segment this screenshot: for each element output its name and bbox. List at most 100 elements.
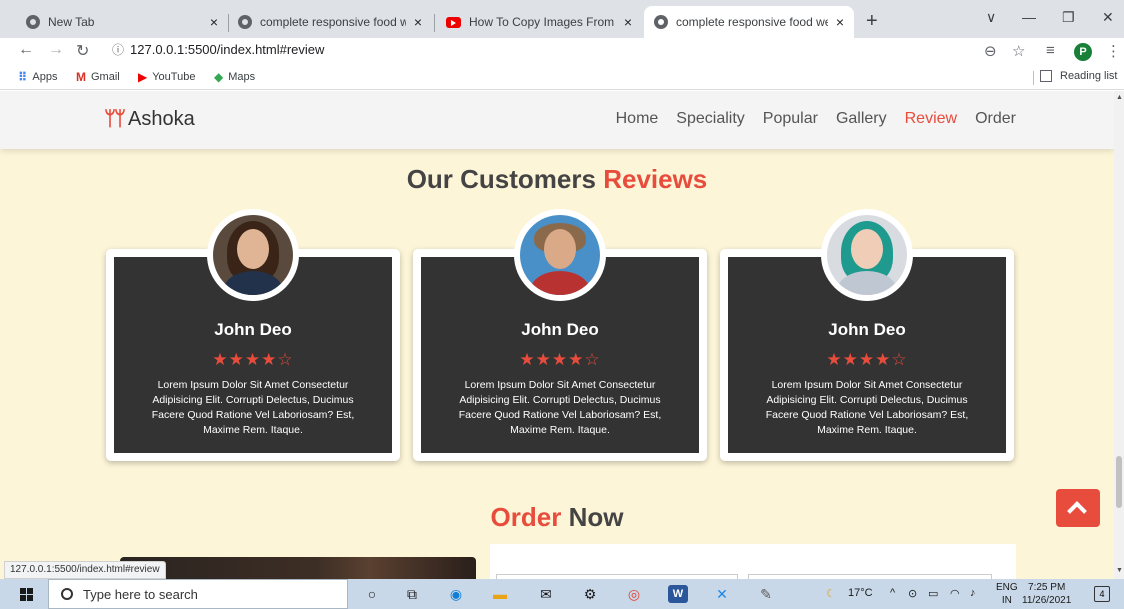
forward-arrow-icon[interactable]: →	[48, 41, 64, 59]
tab-search-button[interactable]: ∨	[986, 9, 996, 26]
order-heading-suffix: Now	[568, 502, 624, 532]
profile-avatar[interactable]: P	[1074, 43, 1092, 61]
order-image	[120, 557, 476, 579]
more-menu-icon[interactable]: ⋮	[1106, 42, 1121, 60]
review-card: John Deo ★★★★☆ Lorem Ipsum Dolor Sit Ame…	[720, 209, 1014, 461]
chrome-icon[interactable]: ◎	[624, 585, 644, 603]
page-scrollbar[interactable]: ▲ ▼	[1114, 91, 1124, 579]
reviewer-avatar	[514, 209, 606, 301]
bookmark-maps[interactable]: ◆ Maps	[214, 70, 255, 84]
bookmark-apps[interactable]: ⠿ Apps	[18, 70, 57, 84]
windows-start-icon[interactable]	[20, 588, 33, 601]
tab-divider	[434, 14, 435, 32]
settings-gear-icon[interactable]: ⚙	[580, 585, 600, 603]
weather-temperature[interactable]: 17°C	[848, 587, 873, 599]
new-tab-button[interactable]: +	[866, 10, 878, 33]
bookmarks-bar: ⠿ Apps M Gmail ▶ YouTube ◆ Maps Reading list	[0, 66, 1124, 90]
meet-now-icon[interactable]: ⊙	[908, 587, 917, 600]
bookmark-label: Apps	[32, 71, 58, 83]
tray-expand-icon[interactable]: ^	[890, 587, 895, 599]
language-indicator[interactable]: ENG IN	[996, 581, 1018, 607]
reviewer-name: John Deo	[521, 320, 599, 339]
reading-list-button[interactable]: Reading list	[1040, 70, 1117, 82]
reviewer-name: John Deo	[828, 320, 906, 339]
nav-review[interactable]: Review	[905, 110, 957, 128]
close-tab-icon[interactable]: ×	[210, 14, 218, 30]
cortana-icon[interactable]: ○	[362, 585, 382, 603]
scroll-up-arrow-icon[interactable]: ▲	[1116, 94, 1123, 101]
clock-time: 7:25 PM	[1028, 582, 1066, 593]
tab-title: How To Copy Images From Word	[469, 15, 616, 29]
browser-tab-bar: New Tab × complete responsive food websi…	[0, 0, 1124, 38]
edge-icon[interactable]: ◉	[446, 585, 466, 603]
review-text: Lorem Ipsum Dolor Sit Amet Consectetur A…	[458, 379, 662, 436]
nav-gallery[interactable]: Gallery	[836, 110, 887, 128]
page-viewport: ᛘᛘ Ashoka Home Speciality Popular Galler…	[0, 91, 1114, 579]
tab-new-tab[interactable]: New Tab ×	[16, 6, 228, 38]
reading-list-icon	[1040, 70, 1052, 82]
filled-star-icons: ★★★★	[519, 350, 585, 369]
restore-button[interactable]: ❐	[1062, 9, 1075, 26]
task-view-icon[interactable]: ⧉	[402, 585, 422, 603]
language-code: ENG	[996, 582, 1018, 593]
bookmark-label: Gmail	[91, 71, 120, 83]
address-bar[interactable]: ⓘ 127.0.0.1:5500/index.html#review	[112, 41, 324, 58]
search-icon	[61, 588, 73, 600]
scrollbar-thumb[interactable]	[1116, 456, 1122, 508]
tab-title: complete responsive food websi	[676, 15, 828, 29]
bookmark-label: YouTube	[152, 71, 196, 83]
site-info-icon[interactable]: ⓘ	[112, 43, 124, 57]
nav-popular[interactable]: Popular	[763, 110, 818, 128]
system-clock[interactable]: 7:25 PM 11/26/2021	[1022, 581, 1071, 607]
reviews-heading: Our Customers Reviews	[0, 164, 1114, 195]
bookmark-label: Maps	[228, 71, 256, 83]
filled-star-icons: ★★★★	[212, 350, 278, 369]
paint-icon[interactable]: ✎	[756, 585, 776, 603]
reviewer-avatar	[207, 209, 299, 301]
youtube-icon: ▶	[138, 70, 148, 84]
close-tab-icon[interactable]: ×	[836, 14, 844, 30]
file-explorer-icon[interactable]: ▬	[490, 585, 510, 603]
back-arrow-icon[interactable]: ←	[18, 41, 34, 59]
reload-icon[interactable]: ↻	[76, 41, 89, 61]
site-logo[interactable]: ᛘᛘ Ashoka	[104, 108, 195, 131]
utensils-icon: ᛘᛘ	[104, 108, 126, 130]
taskbar-search[interactable]: Type here to search	[48, 579, 348, 609]
mail-icon[interactable]: ✉	[536, 585, 556, 603]
site-header: ᛘᛘ Ashoka Home Speciality Popular Galler…	[0, 91, 1114, 149]
media-control-icon[interactable]: ≡	[1046, 42, 1055, 59]
tab-food-website-active[interactable]: complete responsive food websi ×	[644, 6, 854, 38]
battery-icon[interactable]: ▭	[928, 587, 938, 600]
minimize-button[interactable]: —	[1022, 9, 1036, 25]
close-tab-icon[interactable]: ×	[624, 14, 632, 30]
scroll-to-top-button[interactable]	[1056, 489, 1100, 527]
notifications-icon[interactable]: 4	[1094, 586, 1110, 602]
bookmark-gmail[interactable]: M Gmail	[76, 70, 120, 84]
bookmark-star-icon[interactable]: ☆	[1012, 42, 1025, 60]
close-tab-icon[interactable]: ×	[414, 14, 422, 30]
main-nav: Home Speciality Popular Gallery Review O…	[616, 110, 1016, 128]
scroll-down-arrow-icon[interactable]: ▼	[1116, 567, 1123, 574]
clock-date: 11/26/2021	[1022, 595, 1072, 606]
bookmark-youtube[interactable]: ▶ YouTube	[138, 70, 195, 84]
weather-moon-icon[interactable]: ☾	[826, 587, 836, 600]
tab-food-website[interactable]: complete responsive food websi ×	[228, 6, 432, 38]
word-icon[interactable]: W	[668, 585, 688, 603]
zoom-icon[interactable]: ⊖	[984, 42, 997, 60]
star-rating: ★★★★☆	[114, 350, 392, 370]
reviews-heading-accent: Reviews	[603, 164, 708, 194]
wifi-icon[interactable]: ◠	[950, 587, 960, 600]
windows-taskbar: Type here to search ○ ⧉ ◉ ▬ ✉ ⚙ ◎ W ✕ ✎ …	[0, 579, 1124, 609]
review-text: Lorem Ipsum Dolor Sit Amet Consectetur A…	[151, 379, 355, 436]
tab-copy-images[interactable]: How To Copy Images From Word ×	[436, 6, 642, 38]
nav-home[interactable]: Home	[616, 110, 659, 128]
nav-order[interactable]: Order	[975, 110, 1016, 128]
reviews-heading-prefix: Our Customers	[406, 164, 596, 194]
close-window-button[interactable]: ✕	[1102, 9, 1114, 26]
nav-speciality[interactable]: Speciality	[676, 110, 744, 128]
vscode-icon[interactable]: ✕	[712, 585, 732, 603]
order-heading-accent: Order	[490, 502, 562, 532]
tab-title: New Tab	[48, 15, 95, 29]
volume-icon[interactable]: ♪	[970, 587, 976, 599]
maps-icon: ◆	[214, 70, 224, 84]
